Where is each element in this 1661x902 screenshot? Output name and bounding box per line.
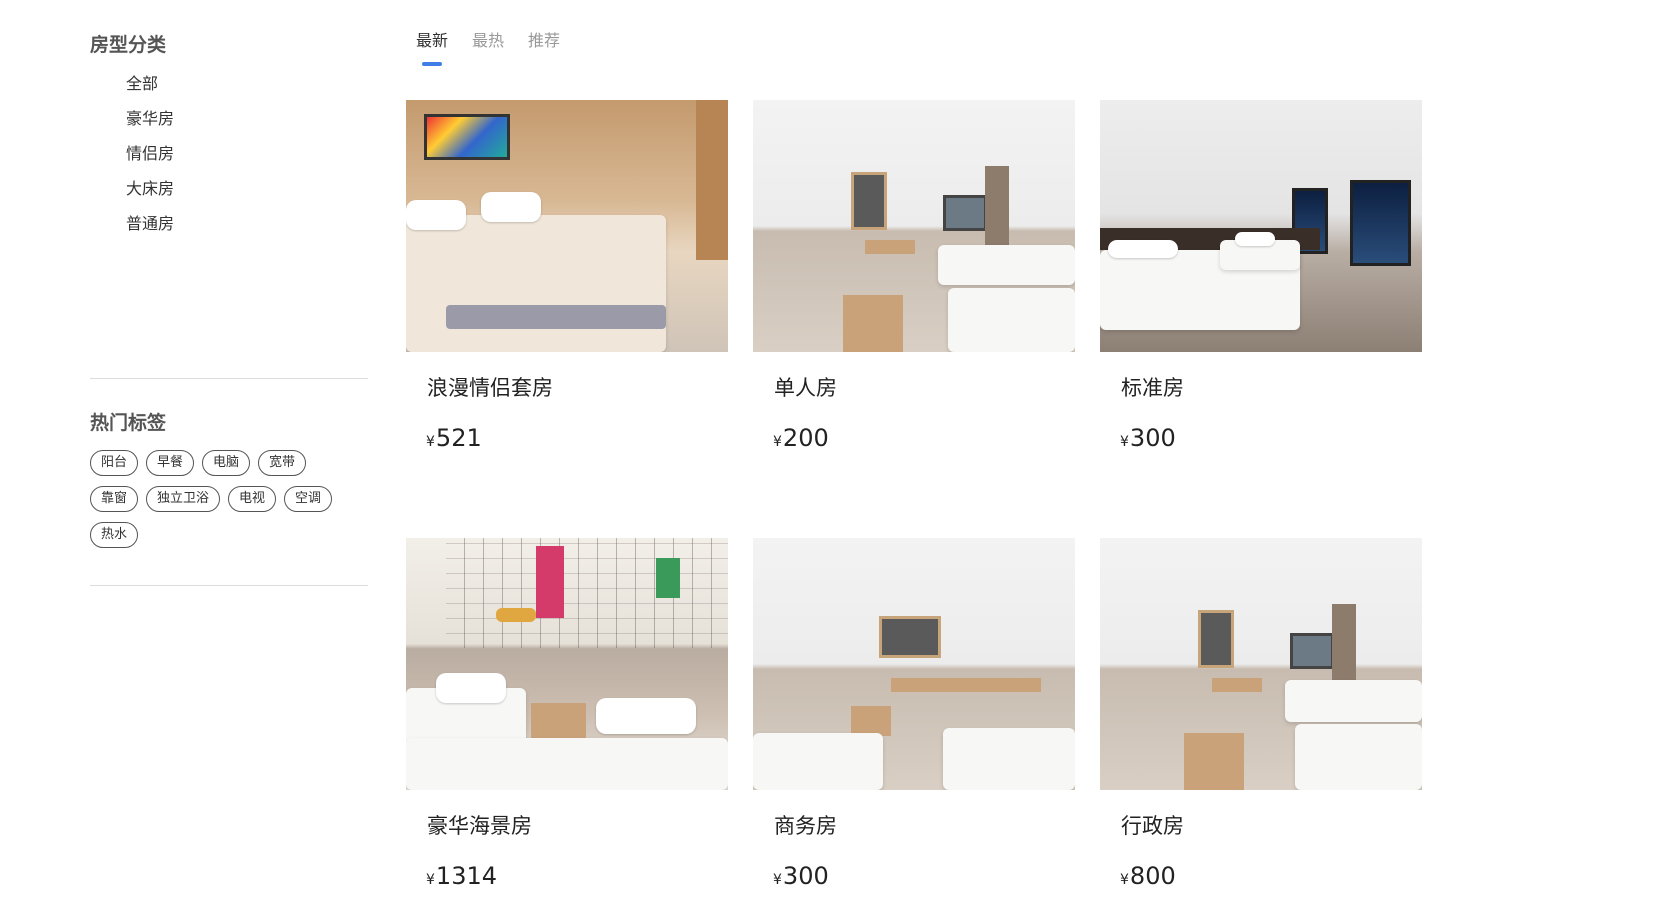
room-price: ¥521 — [426, 421, 728, 455]
painting-image — [424, 114, 510, 160]
currency-symbol: ¥ — [1120, 872, 1129, 888]
tag-list: 阳台 早餐 电脑 宽带 靠窗 独立卫浴 电视 空调 热水 — [90, 450, 350, 548]
room-card[interactable]: 单人房 ¥200 — [753, 100, 1075, 506]
currency-symbol: ¥ — [773, 434, 782, 450]
room-card[interactable]: 行政房 ¥800 — [1100, 538, 1422, 902]
room-name: 单人房 — [774, 376, 837, 400]
category-item-standard[interactable]: 普通房 — [126, 206, 368, 241]
room-photo[interactable] — [406, 100, 728, 352]
room-photo[interactable] — [753, 538, 1075, 790]
sidebar: 房型分类 全部 豪华房 情侣房 大床房 普通房 热门标签 阳台 早餐 电脑 宽带… — [90, 30, 368, 586]
category-item-couple[interactable]: 情侣房 — [126, 136, 368, 171]
currency-symbol: ¥ — [773, 872, 782, 888]
tag-breakfast[interactable]: 早餐 — [146, 450, 195, 476]
room-name: 浪漫情侣套房 — [427, 376, 553, 400]
page: 房型分类 全部 豪华房 情侣房 大床房 普通房 热门标签 阳台 早餐 电脑 宽带… — [0, 0, 1661, 902]
price-value: 1314 — [435, 862, 497, 890]
room-price: ¥300 — [1120, 421, 1422, 455]
tag-hot-water[interactable]: 热水 — [90, 522, 139, 548]
tab-newest[interactable]: 最新 — [416, 28, 448, 66]
currency-symbol: ¥ — [426, 872, 435, 888]
room-price: ¥800 — [1120, 859, 1422, 893]
tag-private-bathroom[interactable]: 独立卫浴 — [146, 486, 221, 512]
price-value: 521 — [435, 424, 482, 452]
tab-hottest[interactable]: 最热 — [472, 28, 504, 54]
tags-title: 热门标签 — [90, 412, 167, 434]
room-photo[interactable] — [1100, 100, 1422, 352]
category-item-king[interactable]: 大床房 — [126, 171, 368, 206]
category-item-all[interactable]: 全部 — [126, 66, 368, 101]
room-photo[interactable] — [753, 100, 1075, 352]
room-card[interactable]: 豪华海景房 ¥1314 — [406, 538, 728, 902]
room-card[interactable]: 商务房 ¥300 — [753, 538, 1075, 902]
room-grid: 浪漫情侣套房 ¥521 单人房 ¥200 标准房 ¥300 豪华海景房 ¥131… — [406, 100, 1422, 902]
tag-tv[interactable]: 电视 — [228, 486, 277, 512]
room-name: 标准房 — [1121, 376, 1184, 400]
tag-broadband[interactable]: 宽带 — [258, 450, 307, 476]
hot-tags-section: 热门标签 阳台 早餐 电脑 宽带 靠窗 独立卫浴 电视 空调 热水 — [90, 408, 368, 548]
tab-recommended[interactable]: 推荐 — [528, 28, 560, 54]
room-photo[interactable] — [1100, 538, 1422, 790]
category-list: 全部 豪华房 情侣房 大床房 普通房 — [126, 66, 368, 241]
room-name: 豪华海景房 — [427, 814, 532, 838]
room-card[interactable]: 标准房 ¥300 — [1100, 100, 1422, 506]
category-item-luxury[interactable]: 豪华房 — [126, 101, 368, 136]
room-card[interactable]: 浪漫情侣套房 ¥521 — [406, 100, 728, 506]
currency-symbol: ¥ — [426, 434, 435, 450]
category-title: 房型分类 — [90, 34, 167, 56]
tag-computer[interactable]: 电脑 — [202, 450, 251, 476]
room-photo[interactable] — [406, 538, 728, 790]
sort-tabs: 最新 最热 推荐 — [416, 28, 560, 66]
currency-symbol: ¥ — [1120, 434, 1129, 450]
price-value: 300 — [782, 862, 829, 890]
tag-balcony[interactable]: 阳台 — [90, 450, 139, 476]
price-value: 200 — [782, 424, 829, 452]
price-value: 300 — [1129, 424, 1176, 452]
tag-window[interactable]: 靠窗 — [90, 486, 139, 512]
price-value: 800 — [1129, 862, 1176, 890]
divider — [90, 378, 368, 379]
room-name: 商务房 — [774, 814, 837, 838]
tag-air-conditioning[interactable]: 空调 — [284, 486, 333, 512]
room-price: ¥200 — [773, 421, 1075, 455]
room-price: ¥1314 — [426, 859, 728, 893]
room-price: ¥300 — [773, 859, 1075, 893]
room-name: 行政房 — [1121, 814, 1184, 838]
divider — [90, 585, 368, 586]
